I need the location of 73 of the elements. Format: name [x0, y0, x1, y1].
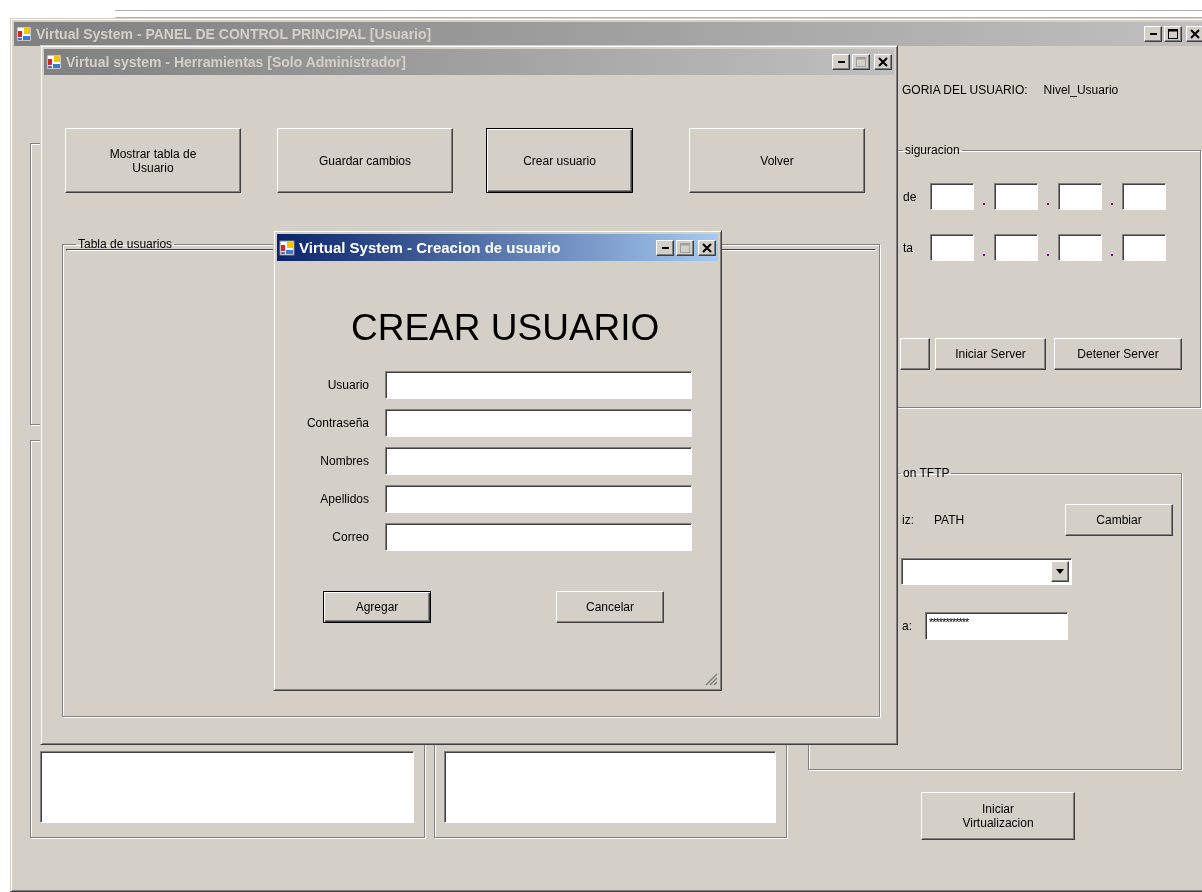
dot-separator-icon: [983, 202, 985, 205]
field-label: Correo: [332, 530, 369, 544]
path-value: PATH: [934, 513, 966, 527]
dialog-button[interactable]: Cancelar: [556, 591, 664, 623]
text-field[interactable]: [385, 523, 692, 551]
maximize-icon: [1168, 29, 1178, 39]
close-icon: [878, 57, 888, 67]
password-field[interactable]: ************: [925, 612, 1068, 640]
category-value: Nivel_Usuario: [1043, 83, 1119, 97]
ip-octet-field[interactable]: [1058, 234, 1102, 261]
group-label: siguracion: [904, 143, 961, 157]
button[interactable]: [900, 338, 930, 370]
minimize-icon: [1149, 33, 1157, 35]
ip-octet-field[interactable]: [994, 183, 1038, 210]
maximize-icon: [680, 242, 690, 253]
field-label: Apellidos: [320, 492, 369, 506]
field-label: ta: [903, 240, 914, 255]
window-title: Virtual System - PANEL DE CONTROL PRINCIPAL [Usuario]: [36, 26, 433, 42]
close-button[interactable]: [698, 239, 716, 256]
dot-separator-icon: [1047, 253, 1049, 256]
app-icon: [279, 239, 295, 256]
minimize-button[interactable]: [1144, 26, 1162, 42]
maximize-button[interactable]: [1164, 26, 1182, 42]
app-icon: [46, 54, 62, 70]
category-label: GORIA DEL USUARIO:: [902, 83, 1028, 97]
field-label: Nombres: [320, 454, 369, 468]
text-field[interactable]: [385, 409, 692, 437]
field-label: a:: [902, 619, 913, 633]
window-title: Virtual system - Herramientas [Solo Administrador]: [66, 54, 407, 70]
toolbar-button[interactable]: Mostrar tabla de Usuario: [65, 128, 241, 193]
dropdown[interactable]: [901, 558, 1072, 585]
ip-octet-field[interactable]: [1122, 183, 1166, 210]
field-label: iz:: [902, 513, 915, 527]
list-box[interactable]: [40, 751, 414, 823]
text-field[interactable]: [385, 447, 692, 475]
text-field[interactable]: [385, 485, 692, 513]
window-title: Virtual System - Creacion de usuario: [299, 239, 562, 256]
field-label: de: [903, 189, 918, 204]
close-icon: [702, 242, 712, 253]
minimize-button[interactable]: [656, 239, 674, 256]
app-icon: [16, 26, 32, 42]
dot-separator-icon: [1111, 253, 1113, 256]
dot-separator-icon: [983, 253, 985, 256]
ip-octet-field[interactable]: [1122, 234, 1166, 261]
dialog-heading: CREAR USUARIO: [351, 307, 660, 349]
start-button[interactable]: Iniciar Virtualizacion: [921, 792, 1075, 840]
server-button[interactable]: Detener Server: [1054, 338, 1182, 370]
server-button[interactable]: Iniciar Server: [935, 338, 1046, 370]
ip-octet-field[interactable]: [930, 234, 974, 261]
ip-octet-field[interactable]: [1058, 183, 1102, 210]
resize-grip-icon[interactable]: [704, 672, 718, 686]
list-box[interactable]: [444, 751, 776, 823]
close-icon: [1190, 29, 1200, 39]
minimize-button[interactable]: [832, 54, 850, 70]
field-label: Contraseña: [306, 416, 369, 430]
dialog-button[interactable]: Agregar: [323, 591, 431, 623]
toolbar-button[interactable]: Volver: [689, 128, 865, 193]
ip-octet-field[interactable]: [994, 234, 1038, 261]
field-label: Usuario: [327, 378, 369, 392]
dot-separator-icon: [1111, 202, 1113, 205]
close-button[interactable]: [1186, 26, 1202, 42]
minimize-icon: [837, 61, 845, 63]
ip-octet-field[interactable]: [930, 183, 974, 210]
toolbar-button[interactable]: Crear usuario: [486, 128, 633, 193]
group-label: on TFTP: [902, 466, 951, 480]
caret-icon: [1056, 569, 1064, 574]
change-button[interactable]: Cambiar: [1065, 504, 1173, 536]
dot-separator-icon: [1047, 202, 1049, 205]
close-button[interactable]: [874, 54, 892, 70]
group-label: Tabla de usuarios: [77, 237, 174, 251]
text-field[interactable]: [385, 371, 692, 399]
maximize-icon: [856, 57, 866, 67]
toolbar-button[interactable]: Guardar cambios: [277, 128, 453, 193]
